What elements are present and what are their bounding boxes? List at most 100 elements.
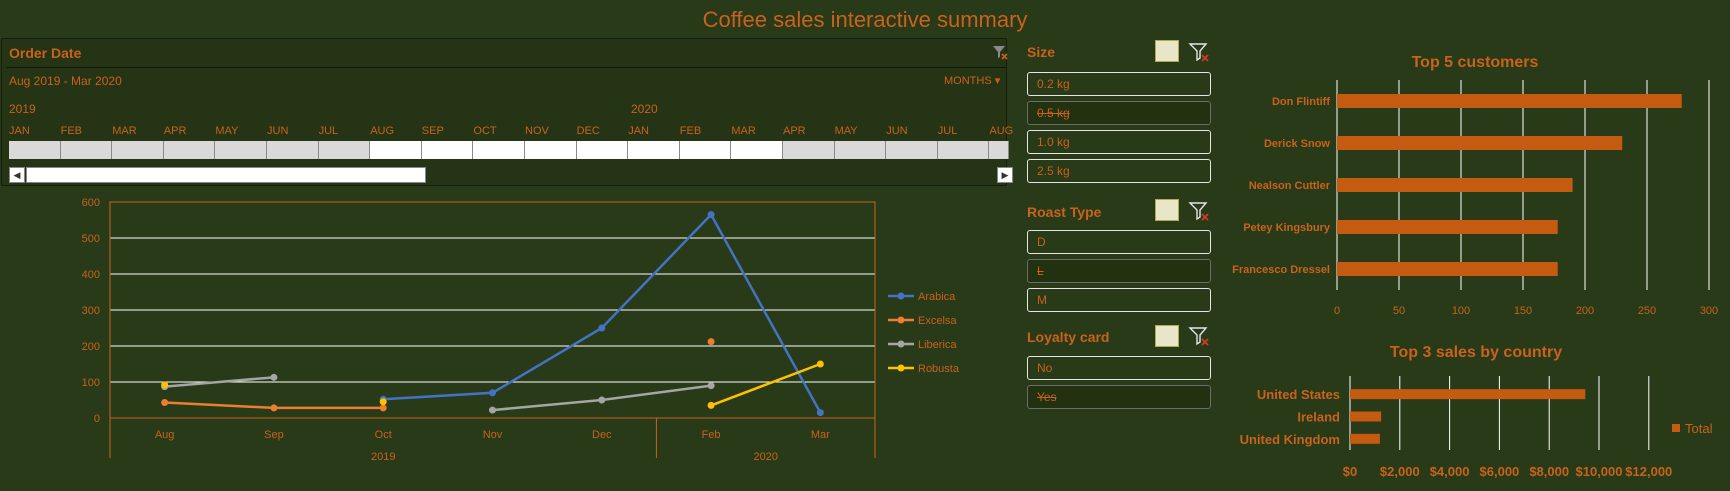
- timeline-month-cell[interactable]: [937, 141, 990, 159]
- timeline-month-cell[interactable]: [421, 141, 474, 159]
- legend-marker-excelsa: [897, 316, 905, 324]
- order-date-timeline[interactable]: Order Date Aug 2019 - Mar 2020 MONTHS ▾ …: [1, 38, 1013, 186]
- x-tick-label: 100: [1452, 305, 1470, 317]
- timeline-month-cell[interactable]: [370, 141, 422, 159]
- x-tick-label: $12,000: [1625, 464, 1672, 479]
- y-tick-label: 100: [82, 377, 100, 389]
- roast-slicer-item[interactable]: L: [1027, 259, 1211, 283]
- roast-slicer-item[interactable]: M: [1027, 288, 1211, 312]
- x-tick-label: $6,000: [1480, 464, 1520, 479]
- timeline-month-cell[interactable]: [886, 141, 938, 159]
- top-countries-chart: Top 3 sales by country $0 $2,000 $4,000 $6,0…: [1240, 344, 1713, 479]
- timeline-month-cell[interactable]: [576, 141, 629, 159]
- data-point-robusta: [379, 398, 387, 406]
- x-tick-label: Aug: [155, 429, 175, 441]
- timeline-month-label: FEB: [60, 125, 82, 137]
- chart-title: Top 5 customers: [1412, 54, 1539, 71]
- timeline-month-cell[interactable]: [783, 141, 835, 159]
- bar: [1350, 389, 1586, 400]
- scroll-thumb[interactable]: [26, 167, 426, 183]
- y-tick-label: 300: [82, 305, 100, 317]
- timeline-month-label: MAY: [215, 125, 239, 137]
- legend-swatch: [1672, 424, 1680, 432]
- x-tick-label: Feb: [702, 429, 721, 441]
- timeline-month-cell[interactable]: [473, 141, 525, 159]
- multi-select-icon[interactable]: [1155, 40, 1179, 62]
- category-label: Ireland: [1297, 410, 1340, 425]
- x-tick-label: Mar: [811, 429, 830, 441]
- bar: [1337, 94, 1682, 108]
- timeline-header: Order Date: [9, 45, 82, 61]
- timeline-month-label: FEB: [679, 125, 702, 137]
- scroll-left-icon[interactable]: ◀: [9, 167, 25, 183]
- timeline-level-dropdown[interactable]: MONTHS ▾: [944, 74, 1000, 87]
- data-point-robusta: [816, 360, 824, 368]
- timeline-month-cell[interactable]: [112, 141, 164, 159]
- series-line-arabica: [383, 212, 822, 414]
- clear-filter-icon[interactable]: [992, 44, 1008, 60]
- timeline-month-label: NOV: [525, 125, 549, 137]
- timeline-year-2019: 2019: [9, 102, 36, 116]
- multi-select-icon[interactable]: [1155, 199, 1179, 221]
- timeline-month-cell[interactable]: [525, 141, 577, 159]
- timeline-month-cell[interactable]: [9, 141, 61, 159]
- timeline-month-cell[interactable]: [679, 141, 732, 159]
- legend-label: Excelsa: [918, 315, 957, 327]
- chart-title: Top 3 sales by country: [1390, 344, 1562, 361]
- category-label: Don Flintiff: [1272, 96, 1330, 108]
- size-slicer-item[interactable]: 2.5 kg: [1027, 159, 1211, 183]
- bar: [1350, 433, 1380, 444]
- timeline-month-label: MAR: [112, 125, 137, 137]
- clear-filter-icon[interactable]: [1188, 41, 1210, 63]
- clear-filter-icon[interactable]: [1188, 200, 1210, 222]
- timeline-month-label: JAN: [628, 125, 649, 137]
- timeline-month-cell[interactable]: [215, 141, 267, 159]
- timeline-month-label: OCT: [473, 125, 497, 137]
- timeline-month-label: APR: [783, 125, 806, 137]
- x-tick-label: $2,000: [1380, 464, 1420, 479]
- timeline-month-cell[interactable]: [60, 141, 113, 159]
- timeline-month-label: SEP: [421, 125, 444, 137]
- timeline-month-cell[interactable]: [731, 141, 783, 159]
- bar: [1337, 178, 1573, 192]
- x-tick-label: Nov: [483, 429, 503, 441]
- data-point-arabica: [816, 409, 824, 417]
- timeline-month-label: MAR: [731, 125, 756, 137]
- x-tick-label: 300: [1700, 305, 1718, 317]
- scroll-right-icon[interactable]: ▶: [997, 167, 1013, 183]
- data-point-excelsa: [270, 404, 278, 412]
- timeline-month-cell[interactable]: [318, 141, 371, 159]
- timeline-month-cell[interactable]: [628, 141, 680, 159]
- x-tick-label: Sep: [264, 429, 284, 441]
- timeline-month-label: MAY: [834, 125, 858, 137]
- data-point-liberica: [270, 373, 278, 381]
- timeline-month-label: JUN: [267, 125, 289, 137]
- timeline-month-label: AUG: [370, 125, 395, 137]
- timeline-month-cell[interactable]: [989, 141, 1010, 159]
- data-point-robusta: [707, 401, 715, 409]
- caret-down-icon: ▾: [994, 75, 1001, 87]
- size-slicer-item[interactable]: 0.5 kg: [1027, 101, 1211, 125]
- timeline-month-label: APR: [163, 125, 187, 137]
- multi-select-icon[interactable]: [1155, 325, 1179, 347]
- size-slicer-item[interactable]: 1.0 kg: [1027, 130, 1211, 154]
- timeline-month-cell[interactable]: [267, 141, 319, 159]
- timeline-scrollbar[interactable]: ◀ ▶: [9, 167, 1013, 183]
- data-point-liberica: [707, 382, 715, 390]
- legend-label: Liberica: [918, 339, 957, 351]
- timeline-month-label: AUG: [989, 125, 1014, 137]
- x-group-label: 2020: [753, 451, 777, 463]
- roast-slicer-item[interactable]: D: [1027, 230, 1211, 254]
- loyalty-slicer-item[interactable]: No: [1027, 356, 1211, 380]
- x-tick-label: 150: [1514, 305, 1532, 317]
- legend-marker-arabica: [897, 292, 905, 300]
- loyalty-slicer-item[interactable]: Yes: [1027, 385, 1211, 409]
- data-point-arabica: [707, 211, 715, 219]
- timeline-month-cell[interactable]: [834, 141, 887, 159]
- data-point-excelsa: [161, 399, 169, 407]
- legend-marker-robusta: [897, 364, 905, 372]
- size-slicer-item[interactable]: 0.2 kg: [1027, 72, 1211, 96]
- timeline-month-cell[interactable]: [163, 141, 216, 159]
- loyalty-slicer-header: Loyalty card: [1027, 329, 1110, 345]
- clear-filter-icon[interactable]: [1188, 325, 1210, 347]
